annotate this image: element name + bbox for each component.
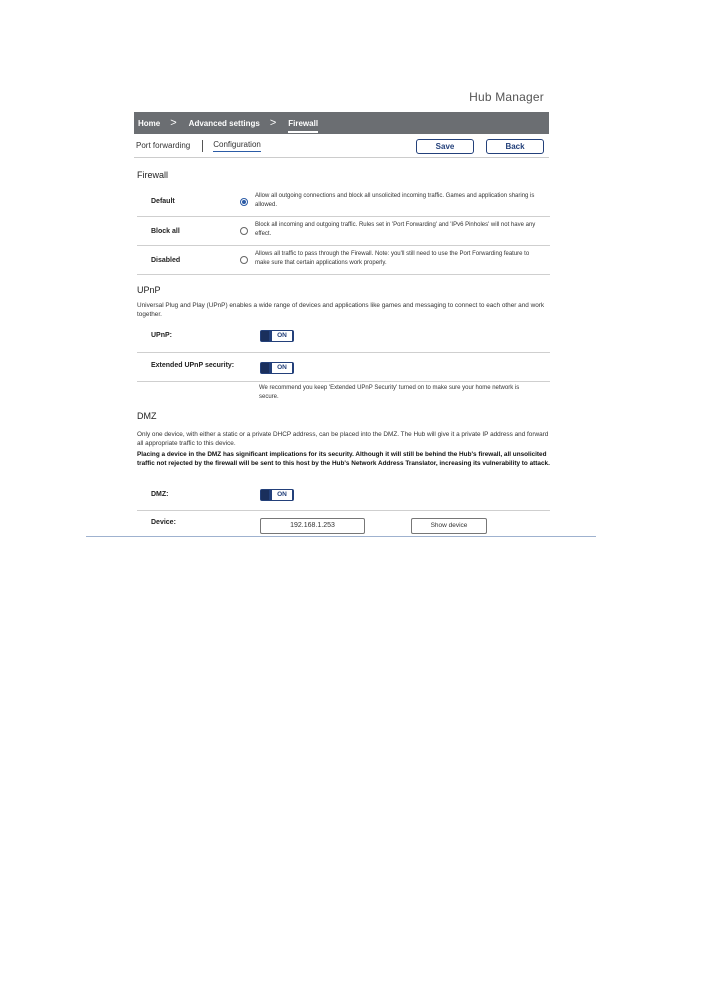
firewall-option-label: Block all xyxy=(151,228,180,235)
show-device-button[interactable]: Show device xyxy=(411,518,487,534)
toggle-knob xyxy=(261,331,269,341)
upnp-description: Universal Plug and Play (UPnP) enables a… xyxy=(137,302,545,318)
tab-divider-line xyxy=(134,157,549,158)
dmz-toggle[interactable]: ON xyxy=(260,489,294,501)
breadcrumb: Home > Advanced settings > Firewall xyxy=(134,112,549,134)
firewall-option-description: Allow all outgoing connections and block… xyxy=(255,193,535,208)
bottom-edge-line xyxy=(86,536,596,537)
firewall-option-label: Disabled xyxy=(151,257,181,264)
toggle-knob xyxy=(261,363,269,373)
upnp-heading: UPnP xyxy=(137,285,161,295)
dmz-description: Only one device, with either a static or… xyxy=(137,431,549,447)
dmz-warning: Placing a device in the DMZ has signific… xyxy=(137,451,550,467)
upnp-toggle[interactable]: ON xyxy=(260,330,294,342)
extended-upnp-toggle[interactable]: ON xyxy=(260,362,294,374)
dmz-label: DMZ: xyxy=(151,491,169,498)
save-button[interactable]: Save xyxy=(416,139,474,154)
upnp-row: UPnP: ON xyxy=(137,323,550,353)
tab-divider xyxy=(202,140,204,152)
firewall-option-description: Block all incoming and outgoing traffic.… xyxy=(255,222,536,237)
dmz-device-row: Device: 192.168.1.253 Show device xyxy=(137,511,550,536)
dmz-heading: DMZ xyxy=(137,411,157,421)
breadcrumb-home[interactable]: Home xyxy=(136,119,160,128)
firewall-option-block-all[interactable]: Block all Block all incoming and outgoin… xyxy=(137,217,550,246)
radio-block-all[interactable] xyxy=(240,227,248,235)
tab-port-forwarding[interactable]: Port forwarding xyxy=(136,141,190,152)
firewall-option-label: Default xyxy=(151,198,175,205)
breadcrumb-firewall: Firewall xyxy=(288,118,319,133)
radio-disabled[interactable] xyxy=(240,256,248,264)
back-button[interactable]: Back xyxy=(486,139,544,154)
extended-upnp-label: Extended UPnP security: xyxy=(151,362,235,369)
upnp-recommendation: We recommend you keep 'Extended UPnP Sec… xyxy=(259,385,520,400)
toggle-state: ON xyxy=(272,331,292,341)
firewall-option-description: Allows all traffic to pass through the F… xyxy=(255,251,530,266)
radio-default[interactable] xyxy=(240,198,248,206)
extended-upnp-row: Extended UPnP security: ON xyxy=(137,353,550,382)
hub-manager-window: Hub Manager Home > Advanced settings > F… xyxy=(86,86,596,538)
device-label: Device: xyxy=(151,519,176,526)
upnp-label: UPnP: xyxy=(151,332,172,339)
dmz-row: DMZ: ON xyxy=(137,485,550,511)
tab-bar: Port forwarding Configuration xyxy=(136,140,261,152)
toggle-knob xyxy=(261,490,269,500)
firewall-heading: Firewall xyxy=(137,170,169,180)
toggle-state: ON xyxy=(272,363,292,373)
breadcrumb-advanced-settings[interactable]: Advanced settings xyxy=(187,119,260,128)
brand-title: Hub Manager xyxy=(469,90,544,104)
breadcrumb-separator-icon: > xyxy=(170,117,177,129)
firewall-option-disabled[interactable]: Disabled Allows all traffic to pass thro… xyxy=(137,246,550,275)
toggle-state: ON xyxy=(272,490,292,500)
device-ip-field[interactable]: 192.168.1.253 xyxy=(260,518,365,534)
breadcrumb-separator-icon: > xyxy=(269,117,277,129)
tab-configuration[interactable]: Configuration xyxy=(213,140,261,152)
firewall-option-default[interactable]: Default Allow all outgoing connections a… xyxy=(137,187,550,217)
